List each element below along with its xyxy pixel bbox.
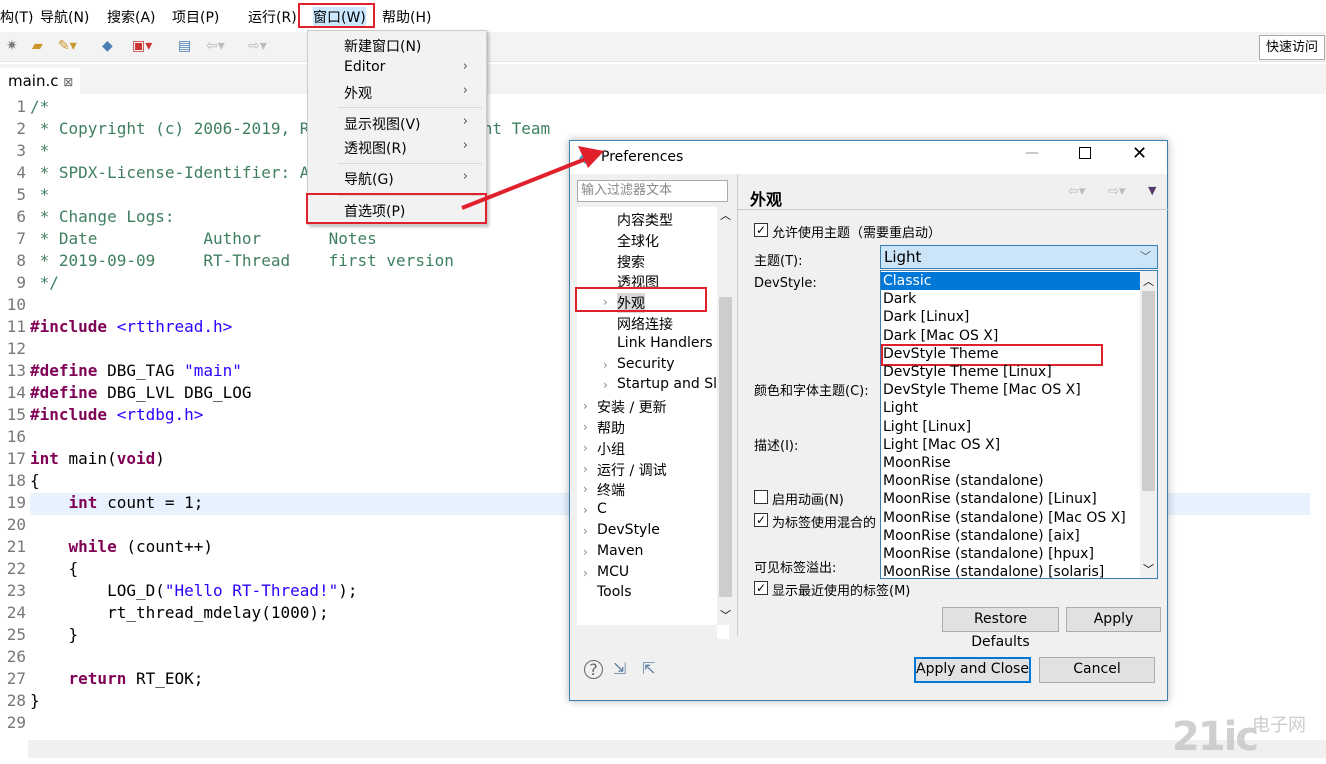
watermark-cn: 电子网	[1252, 715, 1306, 736]
watermark-text: 21ic	[1172, 714, 1259, 760]
watermark-sub: 电子网	[1252, 715, 1306, 736]
watermark-logo: 21ic	[1172, 714, 1259, 760]
annotation-arrow	[461, 146, 604, 210]
